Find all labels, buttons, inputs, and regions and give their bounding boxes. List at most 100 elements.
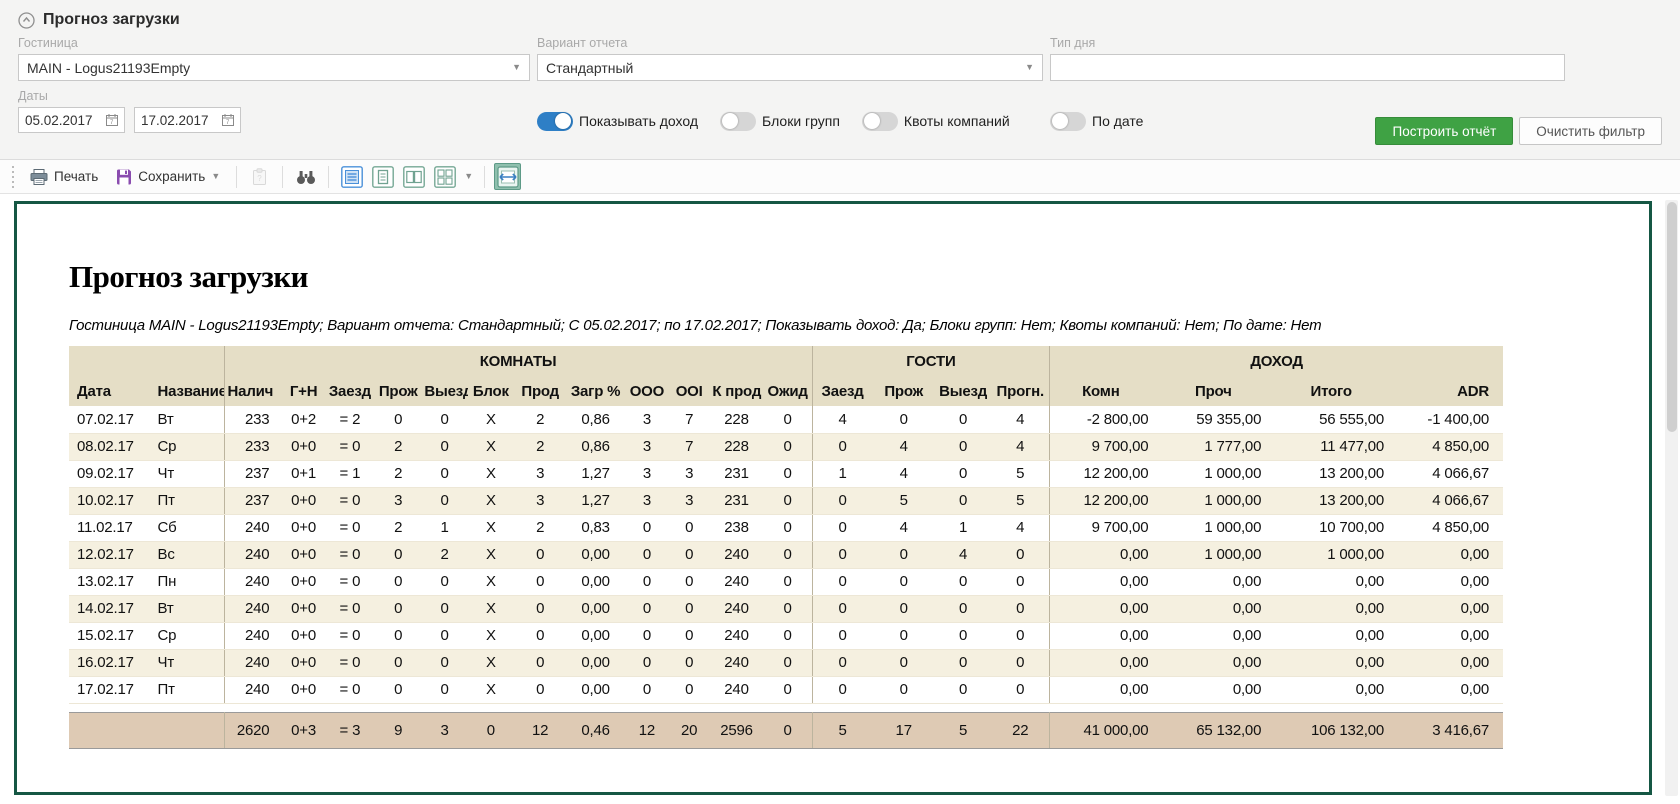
- cell: 0: [375, 541, 421, 568]
- toggle-group-blocks[interactable]: Блоки групп: [720, 112, 840, 131]
- cell: 0,00: [1398, 595, 1503, 622]
- cell: 2: [514, 514, 566, 541]
- cell: 0: [872, 649, 934, 676]
- cell: 0: [421, 460, 467, 487]
- column-header: Налич: [224, 376, 282, 406]
- total-cell: 0+3: [282, 712, 324, 748]
- column-header: OOI: [669, 376, 709, 406]
- printer-icon: [30, 169, 48, 185]
- cell: 237: [224, 487, 282, 514]
- view-multi-page-button[interactable]: [431, 163, 458, 190]
- cell: 0: [669, 595, 709, 622]
- cell: 0: [421, 487, 467, 514]
- cell: X: [468, 433, 514, 460]
- report-variant-select[interactable]: Стандартный ▼: [537, 54, 1043, 81]
- cell: Вт: [150, 595, 225, 622]
- cell: 0: [812, 622, 872, 649]
- build-report-button[interactable]: Построить отчёт: [1375, 117, 1513, 145]
- vertical-scrollbar[interactable]: [1665, 200, 1678, 796]
- collapse-panel-icon[interactable]: [18, 12, 35, 29]
- cell: 0,00: [1050, 541, 1163, 568]
- cell: 0,00: [1275, 595, 1398, 622]
- calendar-icon[interactable]: 7: [106, 114, 118, 126]
- cell: 0: [935, 433, 991, 460]
- cell: 0: [625, 622, 669, 649]
- cell: 12.02.17: [69, 541, 150, 568]
- cell: 2: [375, 514, 421, 541]
- table-row: 11.02.17Сб2400+0= 021X20,8300238004149 7…: [69, 514, 1503, 541]
- column-header: Прож: [375, 376, 421, 406]
- date-to-input[interactable]: 17.02.2017 7: [134, 107, 241, 133]
- view-single-page-button[interactable]: [369, 163, 396, 190]
- cell: 0: [991, 649, 1049, 676]
- cell: 0: [991, 622, 1049, 649]
- cell: 0+0: [282, 676, 324, 703]
- cell: 12 200,00: [1050, 460, 1163, 487]
- clear-filter-button[interactable]: Очистить фильтр: [1519, 117, 1662, 145]
- cell: Вс: [150, 541, 225, 568]
- daytype-input[interactable]: [1050, 54, 1565, 81]
- clipboard-icon: ?: [252, 168, 267, 186]
- find-button[interactable]: [292, 163, 319, 190]
- cell: 0: [625, 676, 669, 703]
- toolbar-separator: [236, 166, 237, 188]
- save-button[interactable]: Сохранить ▼: [109, 166, 227, 188]
- cell: 240: [709, 649, 763, 676]
- cell: 240: [224, 595, 282, 622]
- cell: 9 700,00: [1050, 433, 1163, 460]
- view-two-pages-button[interactable]: [400, 163, 427, 190]
- cell: 0,00: [1162, 568, 1275, 595]
- cell: 1: [812, 460, 872, 487]
- toggle-by-date[interactable]: По дате: [1050, 112, 1143, 131]
- cell: 0: [991, 676, 1049, 703]
- cell: 240: [224, 514, 282, 541]
- cell: 4 066,67: [1398, 460, 1503, 487]
- view-continuous-button[interactable]: [338, 163, 365, 190]
- print-button[interactable]: Печать: [23, 166, 105, 188]
- cell: 3: [625, 487, 669, 514]
- toolbar-separator: [484, 166, 485, 188]
- cell: 228: [709, 433, 763, 460]
- cell: X: [468, 406, 514, 433]
- cell: 0+0: [282, 568, 324, 595]
- toggle-show-income[interactable]: Показывать доход: [537, 112, 698, 131]
- chevron-down-icon[interactable]: ▼: [464, 172, 473, 181]
- cell: 0+0: [282, 541, 324, 568]
- cell: 0: [514, 595, 566, 622]
- cell: X: [468, 595, 514, 622]
- cell: 17.02.17: [69, 676, 150, 703]
- calendar-icon[interactable]: 7: [222, 114, 234, 126]
- cell: 0: [625, 541, 669, 568]
- chevron-down-icon: ▼: [211, 172, 220, 181]
- total-cell: 12: [514, 712, 566, 748]
- cell: 4: [872, 433, 934, 460]
- column-header: Прож: [872, 376, 934, 406]
- cell: 0,00: [1398, 568, 1503, 595]
- report-page: Прогноз загрузки Гостиница MAIN - Logus2…: [14, 201, 1652, 795]
- toggle-company-quotas[interactable]: Квоты компаний: [862, 112, 1010, 131]
- fit-width-button[interactable]: [494, 163, 521, 190]
- cell: 0,00: [566, 622, 624, 649]
- cell: 2: [421, 541, 467, 568]
- scrollbar-thumb[interactable]: [1667, 202, 1677, 432]
- cell: 0: [421, 433, 467, 460]
- chevron-down-icon: ▼: [1025, 63, 1034, 72]
- cell: 1 000,00: [1275, 541, 1398, 568]
- cell: = 0: [325, 433, 375, 460]
- cell: 240: [709, 541, 763, 568]
- cell: X: [468, 622, 514, 649]
- column-header: Итого: [1275, 376, 1398, 406]
- cell: 228: [709, 406, 763, 433]
- date-from-input[interactable]: 05.02.2017 7: [18, 107, 125, 133]
- column-header-row: ДатаНазваниеНаличГ+НЗаездПрожВыездБлокПр…: [69, 376, 1503, 406]
- cell: 0: [935, 676, 991, 703]
- hotel-select[interactable]: MAIN - Logus21193Empty ▼: [18, 54, 530, 81]
- cell: 0,00: [1398, 622, 1503, 649]
- toolbar-grip[interactable]: [10, 166, 15, 188]
- cell: 0,00: [566, 568, 624, 595]
- cell: 0,00: [1275, 676, 1398, 703]
- table-row: 10.02.17Пт2370+0= 030X31,27332310050512 …: [69, 487, 1503, 514]
- variant-label: Вариант отчета: [537, 36, 1043, 51]
- cell: 1 000,00: [1162, 514, 1275, 541]
- total-cell: 65 132,00: [1162, 712, 1275, 748]
